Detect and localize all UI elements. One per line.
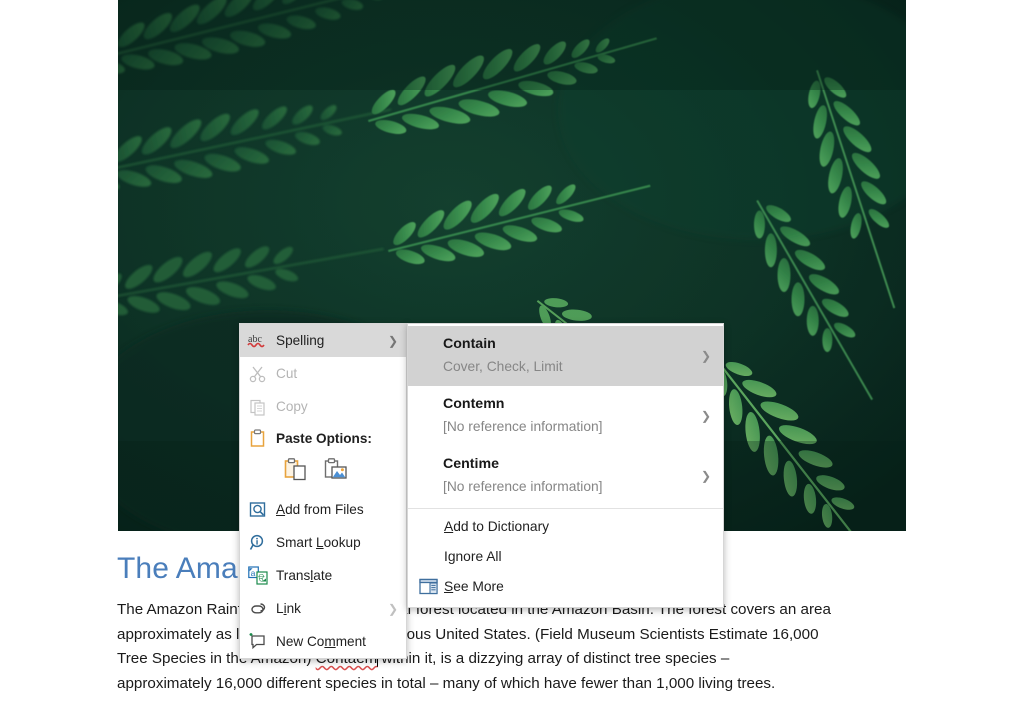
chevron-right-icon: ❯ — [378, 603, 398, 615]
add-from-files-icon — [246, 499, 270, 521]
scissors-icon — [246, 363, 270, 385]
context-menu-item-spelling[interactable]: abc Spelling ❯ — [240, 324, 406, 357]
context-menu-item-cut[interactable]: Cut — [240, 357, 406, 390]
link-chain-icon — [246, 598, 270, 620]
see-more-pane-icon — [416, 575, 440, 597]
spelling-add-to-dictionary[interactable]: Add to Dictionary — [408, 511, 723, 541]
spelling-suggestion-contemn[interactable]: Contemn [No reference information] ❯ — [408, 386, 723, 446]
context-menu-item-translate-label: Translate — [276, 568, 398, 583]
document-body-text[interactable]: The Amazon Rainforest is a moist broadle… — [117, 598, 883, 696]
spelling-add-to-dictionary-label: Add to Dictionary — [444, 519, 549, 534]
clipboard-icon — [246, 428, 270, 450]
spelling-suggestion-centime-word: Centime — [443, 454, 723, 474]
spelling-suggestion-contemn-word: Contemn — [443, 394, 723, 414]
context-menu-item-link[interactable]: Link ❯ — [240, 592, 406, 625]
paste-keep-source-formatting-button[interactable] — [282, 456, 310, 484]
abc-spellcheck-icon: abc — [246, 330, 270, 352]
context-menu-item-add-from-files[interactable]: Add from Files — [240, 493, 406, 526]
new-comment-icon — [246, 631, 270, 653]
body-line-2: approximately as large as 48 of the cont… — [117, 623, 883, 648]
submenu-bottom-padding — [408, 601, 723, 607]
paste-options-header: Paste Options: — [240, 423, 406, 454]
chevron-right-icon: ❯ — [701, 410, 711, 422]
body-line-3: Tree Species in the Amazon) Contaem with… — [117, 647, 883, 672]
chevron-right-icon: ❯ — [378, 335, 398, 347]
context-menu-item-smart-lookup-label: Smart Lookup — [276, 535, 398, 550]
context-menu[interactable]: abc Spelling ❯ Cut — [239, 323, 407, 659]
context-menu-item-spelling-label: Spelling — [276, 333, 378, 348]
context-menu-item-translate[interactable]: a ੳ Translate — [240, 559, 406, 592]
paste-options-header-label: Paste Options: — [276, 431, 372, 446]
context-menu-item-new-comment-label: New Comment — [276, 634, 398, 649]
body-line-3-post: within it, is a dizzying array of distin… — [377, 650, 729, 667]
spelling-suggestion-contain[interactable]: Contain Cover, Check, Limit ❯ — [408, 326, 723, 386]
spelling-suggestion-contain-word: Contain — [443, 334, 723, 354]
spelling-ignore-all-label: Ignore All — [444, 549, 502, 564]
context-menu-item-add-from-files-label: Add from Files — [276, 502, 398, 517]
chevron-right-icon: ❯ — [701, 350, 711, 362]
spelling-suggestion-contemn-synonyms: [No reference information] — [443, 414, 723, 438]
spelling-suggestion-centime-synonyms: [No reference information] — [443, 474, 723, 498]
svg-text:a: a — [251, 568, 256, 578]
context-menu-item-smart-lookup[interactable]: Smart Lookup — [240, 526, 406, 559]
word-document-window: The Amazon Rainforest The Amazon Rainfor… — [0, 0, 1024, 702]
spelling-suggestion-centime[interactable]: Centime [No reference information] ❯ — [408, 446, 723, 506]
copy-pages-icon — [246, 396, 270, 418]
body-line-4: approximately 16,000 different species i… — [117, 672, 883, 697]
context-menu-item-link-label: Link — [276, 601, 378, 616]
context-menu-item-copy[interactable]: Copy — [240, 390, 406, 423]
paste-picture-button[interactable] — [322, 456, 350, 484]
context-menu-item-copy-label: Copy — [276, 399, 398, 414]
translate-icon: a ੳ — [246, 565, 270, 587]
spelling-ignore-all[interactable]: Ignore All — [408, 541, 723, 571]
spelling-suggestion-contain-synonyms: Cover, Check, Limit — [443, 354, 723, 378]
chevron-right-icon: ❯ — [701, 470, 711, 482]
context-menu-item-cut-label: Cut — [276, 366, 398, 381]
magnifier-info-icon — [246, 532, 270, 554]
spelling-see-more-label: See More — [444, 579, 504, 594]
context-menu-item-new-comment[interactable]: New Comment — [240, 625, 406, 658]
spelling-see-more[interactable]: See More — [408, 571, 723, 601]
spelling-suggestions-submenu[interactable]: Contain Cover, Check, Limit ❯ Contemn [N… — [407, 323, 724, 608]
paste-options-buttons — [240, 454, 406, 493]
